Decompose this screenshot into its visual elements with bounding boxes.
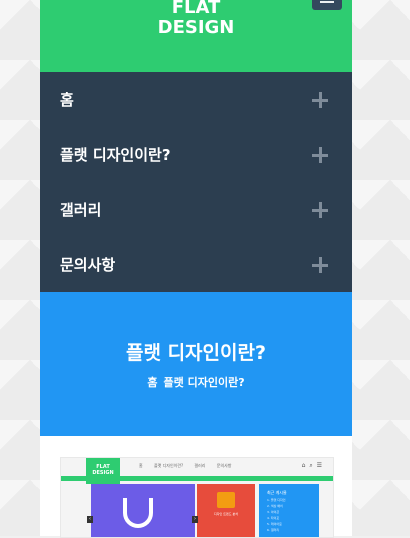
thumbnail-nav: 홈 플랫 디자인이란? 갤러리 문의사항 — [139, 463, 241, 469]
page-column: FLAT DESIGN 홈 플랫 디자인이란? 갤러리 문의사항 플랫 디자인이… — [40, 0, 352, 538]
chevron-left-icon[interactable]: ‹ — [87, 516, 93, 523]
thumbnail-toolbar-icons: ⌂ ⌕ ☰ — [301, 462, 323, 469]
nav-item-label: 갤러리 — [60, 201, 102, 219]
trophy-icon — [123, 498, 153, 528]
thumbnail-sidebar: 최근 게시물 1. 플랫 디자인 2. 색상 배치 3. 아이콘 4. 타이포 … — [259, 484, 319, 537]
thumbnail-red-panel: 디자인 트렌드 분석 — [197, 484, 255, 537]
breadcrumb-current: 플랫 디자인이란? — [163, 376, 245, 389]
thumbnail-sidebar-item: 1. 플랫 디자인 — [267, 498, 286, 502]
thumbnail-sidebar-item: 4. 타이포 — [267, 516, 280, 520]
logo-line1: FLAT — [171, 0, 221, 18]
main-nav: 홈 플랫 디자인이란? 갤러리 문의사항 — [40, 72, 352, 292]
thumbnail-sidebar-item: 5. 레이아웃 — [267, 522, 282, 526]
page-hero: 플랫 디자인이란? 홈 플랫 디자인이란? — [40, 292, 352, 436]
page-title: 플랫 디자인이란? — [126, 342, 266, 364]
thumbnail-nav-item: 플랫 디자인이란? — [153, 463, 184, 468]
thumbnail-sidebar-item: 6. 갤러리 — [267, 528, 280, 532]
chevron-right-icon[interactable]: › — [192, 516, 198, 523]
thumbnail-nav-item: 갤러리 — [194, 463, 206, 468]
thumbnail-green-bar — [61, 476, 333, 481]
nav-item-gallery[interactable]: 갤러리 — [40, 182, 352, 237]
plus-icon[interactable] — [312, 92, 328, 108]
plus-icon[interactable] — [312, 257, 328, 273]
logo-line2: DESIGN — [157, 17, 235, 38]
nav-item-label: 문의사항 — [60, 256, 116, 274]
gallery-thumbnail[interactable]: FLAT DESIGN 홈 플랫 디자인이란? 갤러리 문의사항 ⌂ ⌕ ☰ 디… — [60, 457, 334, 538]
nav-item-about[interactable]: 플랫 디자인이란? — [40, 127, 352, 182]
thumbnail-nav-item: 문의사항 — [216, 463, 232, 468]
nav-item-home[interactable]: 홈 — [40, 72, 352, 127]
nav-item-label: 플랫 디자인이란? — [60, 146, 171, 164]
thumbnail-nav-item: 홈 — [139, 463, 143, 468]
menu-toggle-button[interactable] — [312, 0, 342, 10]
breadcrumb: 홈 플랫 디자인이란? — [40, 374, 352, 390]
thumbnail-sidebar-title: 최근 게시물 — [267, 490, 287, 495]
thumbnail-sidebar-item: 2. 색상 배치 — [267, 504, 283, 508]
plus-icon[interactable] — [312, 202, 328, 218]
nav-item-label: 홈 — [60, 91, 74, 109]
site-logo[interactable]: FLAT DESIGN — [40, 0, 352, 38]
thumbnail-sidebar-item: 3. 아이콘 — [267, 510, 280, 514]
breadcrumb-home-link[interactable]: 홈 — [147, 376, 157, 389]
plus-icon[interactable] — [312, 147, 328, 163]
nav-item-contact[interactable]: 문의사항 — [40, 237, 352, 292]
hamburger-icon — [320, 1, 334, 3]
site-header: FLAT DESIGN — [40, 0, 352, 72]
thumbnail-red-caption: 디자인 트렌드 분석 — [214, 512, 238, 516]
rocket-icon — [217, 492, 235, 508]
